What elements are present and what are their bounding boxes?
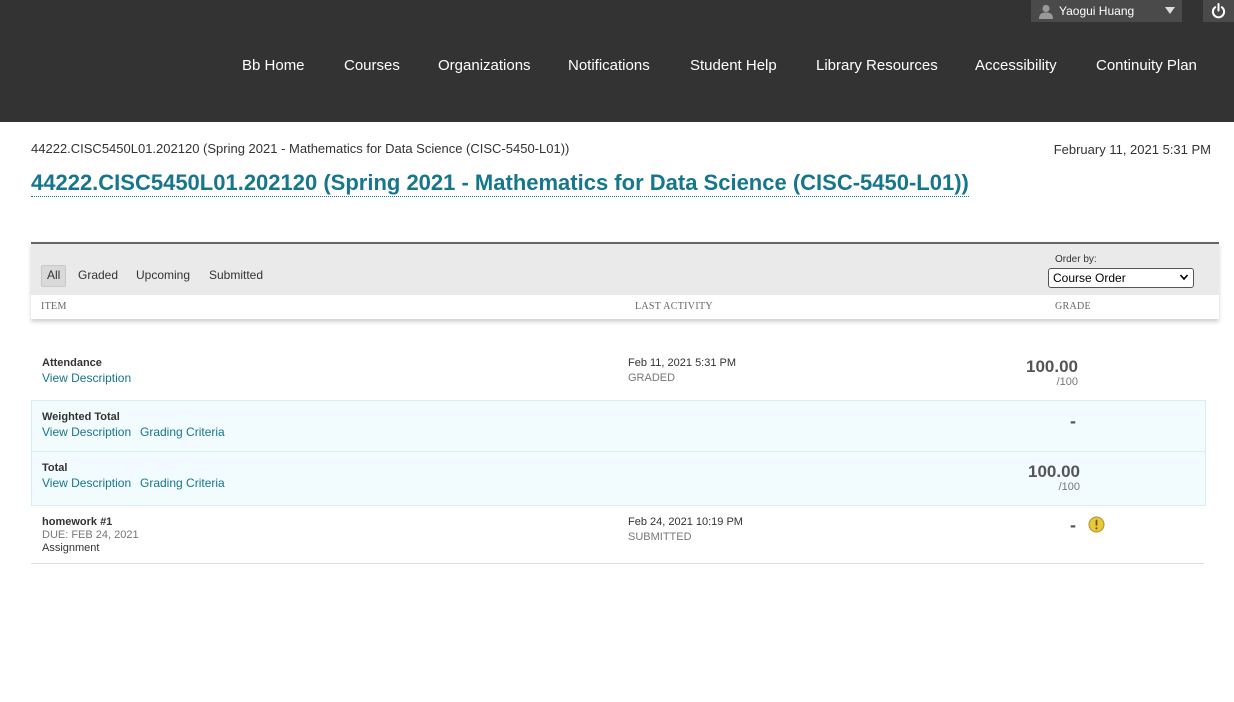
- item-name: Total: [42, 462, 68, 474]
- needs-grading-icon[interactable]: [1088, 516, 1105, 533]
- activity-status: GRADED: [628, 372, 676, 384]
- breadcrumb: 44222.CISC5450L01.202120 (Spring 2021 - …: [31, 141, 570, 156]
- nav-notifications[interactable]: Notifications: [568, 57, 650, 74]
- grading-criteria-link[interactable]: Grading Criteria: [140, 476, 225, 490]
- chevron-down-icon: [1165, 7, 1175, 14]
- item-name: Attendance: [42, 357, 102, 369]
- filter-tab-upcoming[interactable]: Upcoming: [131, 265, 195, 285]
- filter-tab-submitted[interactable]: Submitted: [204, 265, 268, 285]
- item-type: Assignment: [42, 542, 100, 554]
- grades-filter-bar: All Graded Upcoming Submitted Order by: …: [31, 242, 1219, 319]
- nav-courses[interactable]: Courses: [344, 57, 400, 74]
- view-description-link[interactable]: View Description: [42, 476, 131, 490]
- page-date: February 11, 2021 5:31 PM: [1053, 142, 1211, 157]
- nav-bb-home[interactable]: Bb Home: [242, 57, 305, 74]
- last-activity-date: Feb 24, 2021 10:19 PM: [628, 516, 743, 528]
- column-header-last-activity: LAST ACTIVITY: [635, 301, 713, 312]
- grading-criteria-link[interactable]: Grading Criteria: [140, 425, 225, 439]
- column-header-item: ITEM: [41, 301, 67, 312]
- nav-library-resources[interactable]: Library Resources: [816, 57, 938, 74]
- global-header: Yaogui Huang Bb Home Courses Organizatio…: [0, 0, 1234, 122]
- user-avatar-icon: [1039, 4, 1053, 19]
- order-by-label: Order by:: [1055, 254, 1097, 265]
- nav-organizations[interactable]: Organizations: [438, 57, 531, 74]
- power-icon: [1211, 3, 1226, 19]
- filter-tab-graded[interactable]: Graded: [73, 265, 123, 285]
- view-description-link[interactable]: View Description: [42, 425, 131, 439]
- grade-row-attendance: Attendance View Description Feb 11, 2021…: [31, 346, 1204, 399]
- nav-continuity-plan[interactable]: Continuity Plan: [1096, 57, 1197, 74]
- filter-tab-all[interactable]: All: [41, 265, 67, 287]
- grade-row-homework-1: homework #1 DUE: FEB 24, 2021 Assignment…: [31, 505, 1204, 564]
- column-header-grade: GRADE: [1055, 301, 1091, 312]
- page-title[interactable]: 44222.CISC5450L01.202120 (Spring 2021 - …: [31, 170, 969, 197]
- view-description-link[interactable]: View Description: [42, 371, 131, 385]
- grade-value: -: [1070, 411, 1076, 431]
- user-menu[interactable]: Yaogui Huang: [1031, 0, 1182, 22]
- grade-max: /100: [1056, 376, 1078, 388]
- due-date: DUE: FEB 24, 2021: [42, 529, 139, 541]
- grade-value: 100.00: [1026, 357, 1078, 376]
- order-by-value: Course Order: [1053, 271, 1126, 285]
- chevron-down-icon: [1179, 274, 1189, 281]
- logout-button[interactable]: [1203, 0, 1234, 22]
- last-activity-date: Feb 11, 2021 5:31 PM: [628, 357, 737, 369]
- grade-row-total: Total View Description Grading Criteria …: [31, 451, 1206, 506]
- user-name: Yaogui Huang: [1059, 4, 1135, 18]
- grade-row-weighted-total: Weighted Total View Description Grading …: [31, 400, 1206, 452]
- filter-toolbar: All Graded Upcoming Submitted Order by: …: [31, 244, 1219, 295]
- item-name: Weighted Total: [42, 411, 120, 423]
- item-name: homework #1: [42, 516, 113, 528]
- nav-accessibility[interactable]: Accessibility: [975, 57, 1057, 74]
- activity-status: SUBMITTED: [628, 531, 692, 543]
- column-headers: ITEM LAST ACTIVITY GRADE: [31, 295, 1219, 319]
- order-by-select[interactable]: Course Order: [1048, 268, 1194, 288]
- grade-value: -: [1070, 515, 1076, 535]
- grade-value: 100.00: [1028, 462, 1080, 481]
- grade-max: /100: [1058, 481, 1080, 493]
- nav-student-help[interactable]: Student Help: [690, 57, 777, 74]
